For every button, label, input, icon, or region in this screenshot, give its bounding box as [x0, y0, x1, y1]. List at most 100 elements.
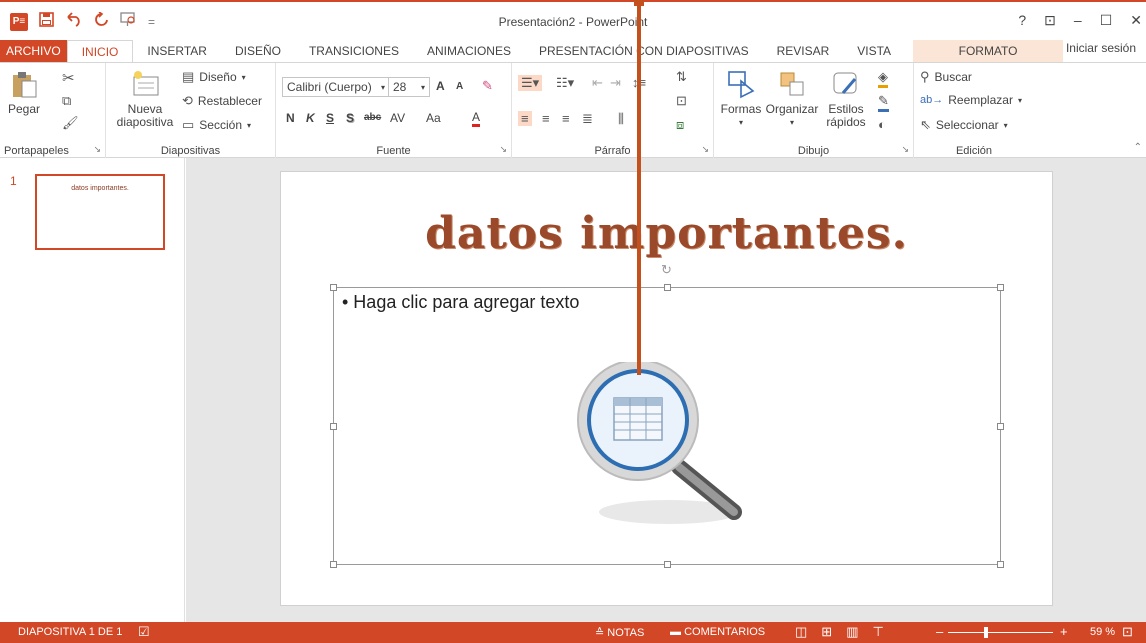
decrease-indent-icon[interactable]: ⇤: [592, 75, 603, 91]
zoom-out-icon[interactable]: –: [936, 624, 943, 639]
magnifier-table-illustration: [577, 362, 742, 524]
shadow-button[interactable]: S: [346, 111, 354, 125]
italic-button[interactable]: K: [306, 111, 315, 125]
shrink-font-button[interactable]: A: [456, 81, 463, 92]
cut-icon[interactable]: ✂: [62, 69, 75, 87]
minimize-icon[interactable]: –: [1074, 12, 1082, 29]
font-color-button[interactable]: A: [472, 111, 481, 127]
reset-label: Restablecer: [197, 94, 262, 108]
shape-outline-icon[interactable]: ✎: [878, 93, 889, 112]
section-label: Sección: [199, 118, 242, 132]
change-case-button[interactable]: Aa: [426, 111, 441, 125]
group-diapositivas: Nueva diapositiva ▤ Diseño ▾ ⟲ Restablecer …: [106, 63, 276, 159]
char-spacing-button[interactable]: AV: [390, 111, 405, 125]
replace-button[interactable]: ab→ Reemplazar ▾: [920, 93, 1022, 107]
dibujo-launcher-icon[interactable]: ↘: [901, 144, 909, 155]
tab-archivo[interactable]: ARCHIVO: [0, 40, 67, 62]
slide-thumbnail[interactable]: datos importantes.: [35, 174, 165, 250]
copy-icon[interactable]: ⧉: [62, 93, 71, 109]
align-left-icon[interactable]: ≡: [518, 111, 532, 126]
select-button[interactable]: ⇖ Seleccionar ▾: [920, 117, 1008, 133]
title-bar: P≡ = Presentación2 - PowerPoint ? ⊡ – ☐ …: [0, 0, 1146, 40]
resize-handle-b[interactable]: [664, 561, 671, 568]
ribbon-display-options-icon[interactable]: ⊡: [1044, 12, 1056, 29]
tab-inicio[interactable]: INICIO: [66, 40, 134, 62]
new-slide-button[interactable]: Nueva diapositiva: [110, 69, 180, 129]
comments-button[interactable]: ▬ COMENTARIOS: [670, 626, 765, 638]
align-right-icon[interactable]: ≡: [562, 111, 570, 126]
view-buttons: ◫ ⊞ ▥ ⊤: [795, 624, 884, 640]
group-parrafo: ☰▾ ☷▾ ⇤ ⇥ ↕≡ ⇅ ⊡ ⧈ ≡ ≡ ≡ ≣ ⫼ Párrafo ↘: [512, 63, 714, 159]
rotate-handle-icon[interactable]: ↻: [661, 262, 672, 278]
tab-insertar[interactable]: INSERTAR: [133, 40, 221, 62]
numbering-icon[interactable]: ☷▾: [556, 75, 574, 91]
slide-sorter-icon[interactable]: ⊞: [821, 624, 832, 640]
justify-icon[interactable]: ≣: [582, 111, 593, 127]
increase-indent-icon[interactable]: ⇥: [610, 75, 621, 91]
resize-handle-tr[interactable]: [997, 284, 1004, 291]
shape-effects-icon[interactable]: ◐: [878, 117, 886, 132]
tab-presentacion[interactable]: PRESENTACIÓN CON DIAPOSITIVAS: [525, 40, 763, 62]
spellcheck-icon[interactable]: ☑: [138, 624, 150, 640]
tab-animaciones[interactable]: ANIMACIONES: [413, 40, 525, 62]
resize-handle-bl[interactable]: [330, 561, 337, 568]
zoom-slider-thumb[interactable]: [984, 627, 988, 638]
tab-transiciones[interactable]: TRANSICIONES: [295, 40, 413, 62]
smartart-icon[interactable]: ⧈: [676, 117, 684, 133]
slide-title[interactable]: datos importantes.: [281, 208, 1052, 259]
zoom-slider[interactable]: [948, 632, 1053, 633]
layout-button[interactable]: ▤ Diseño ▾: [182, 69, 246, 85]
shapes-button[interactable]: Formas ▾: [716, 69, 766, 129]
resize-handle-t[interactable]: [664, 284, 671, 291]
notes-button[interactable]: ≙ NOTAS: [595, 626, 644, 639]
signin-link[interactable]: Iniciar sesión: [1066, 41, 1136, 55]
underline-button[interactable]: S: [326, 111, 334, 125]
ribbon: Pegar ✂ ⧉ 🖌 Portapapeles ↘ Nueva diaposi…: [0, 62, 1146, 159]
clear-format-icon[interactable]: ✎: [482, 78, 493, 94]
font-size-select[interactable]: 28 ▾: [388, 77, 430, 97]
tab-diseno[interactable]: DISEÑO: [221, 40, 295, 62]
resize-handle-br[interactable]: [997, 561, 1004, 568]
align-center-icon[interactable]: ≡: [542, 111, 550, 126]
collapse-ribbon-icon[interactable]: ⌃: [1134, 142, 1142, 153]
tab-revisar[interactable]: REVISAR: [763, 40, 844, 62]
tab-formato[interactable]: FORMATO: [913, 40, 1064, 62]
zoom-level[interactable]: 59 %: [1090, 626, 1115, 638]
quick-styles-label-2: rápidos: [826, 115, 866, 129]
format-painter-icon[interactable]: 🖌: [62, 115, 79, 131]
zoom-in-icon[interactable]: +: [1060, 624, 1068, 639]
fit-to-window-icon[interactable]: ⊡: [1122, 624, 1133, 640]
slideshow-view-icon[interactable]: ⊤: [873, 624, 884, 640]
bold-button[interactable]: N: [286, 111, 295, 125]
grow-font-button[interactable]: A: [436, 79, 445, 93]
arrange-button[interactable]: Organizar ▾: [764, 69, 820, 129]
new-slide-label-2: diapositiva: [116, 115, 174, 129]
shape-fill-icon[interactable]: ◈: [878, 69, 888, 88]
resize-handle-l[interactable]: [330, 423, 337, 430]
resize-handle-r[interactable]: [997, 423, 1004, 430]
help-icon[interactable]: ?: [1018, 12, 1026, 29]
group-dibujo: Formas ▾ Organizar ▾ Estilos rápidos ◈ ✎…: [714, 63, 914, 159]
bullets-icon[interactable]: ☰▾: [518, 75, 543, 91]
normal-view-icon[interactable]: ◫: [795, 624, 807, 640]
window-title: Presentación2 - PowerPoint: [498, 15, 648, 29]
fuente-launcher-icon[interactable]: ↘: [499, 144, 507, 155]
columns-icon[interactable]: ⫼: [618, 111, 624, 127]
reset-button[interactable]: ⟲ Restablecer: [182, 93, 262, 109]
parrafo-launcher-icon[interactable]: ↘: [701, 144, 709, 155]
close-icon[interactable]: ✕: [1130, 12, 1142, 29]
strikethrough-button[interactable]: abc: [364, 112, 381, 123]
align-text-icon[interactable]: ⊡: [676, 93, 687, 109]
maximize-icon[interactable]: ☐: [1100, 12, 1113, 29]
quick-styles-button[interactable]: Estilos rápidos: [818, 69, 874, 129]
paste-button[interactable]: Pegar: [6, 69, 42, 116]
text-direction-icon[interactable]: ⇅: [676, 69, 687, 85]
font-name-select[interactable]: Calibri (Cuerpo) ▾: [282, 77, 390, 97]
find-label: Buscar: [934, 70, 972, 84]
tab-vista[interactable]: VISTA: [843, 40, 905, 62]
resize-handle-tl[interactable]: [330, 284, 337, 291]
portapapeles-launcher-icon[interactable]: ↘: [93, 144, 101, 155]
reading-view-icon[interactable]: ▥: [846, 624, 858, 640]
find-button[interactable]: ⚲ Buscar: [920, 69, 972, 85]
section-button[interactable]: ▭ Sección ▾: [182, 117, 251, 133]
